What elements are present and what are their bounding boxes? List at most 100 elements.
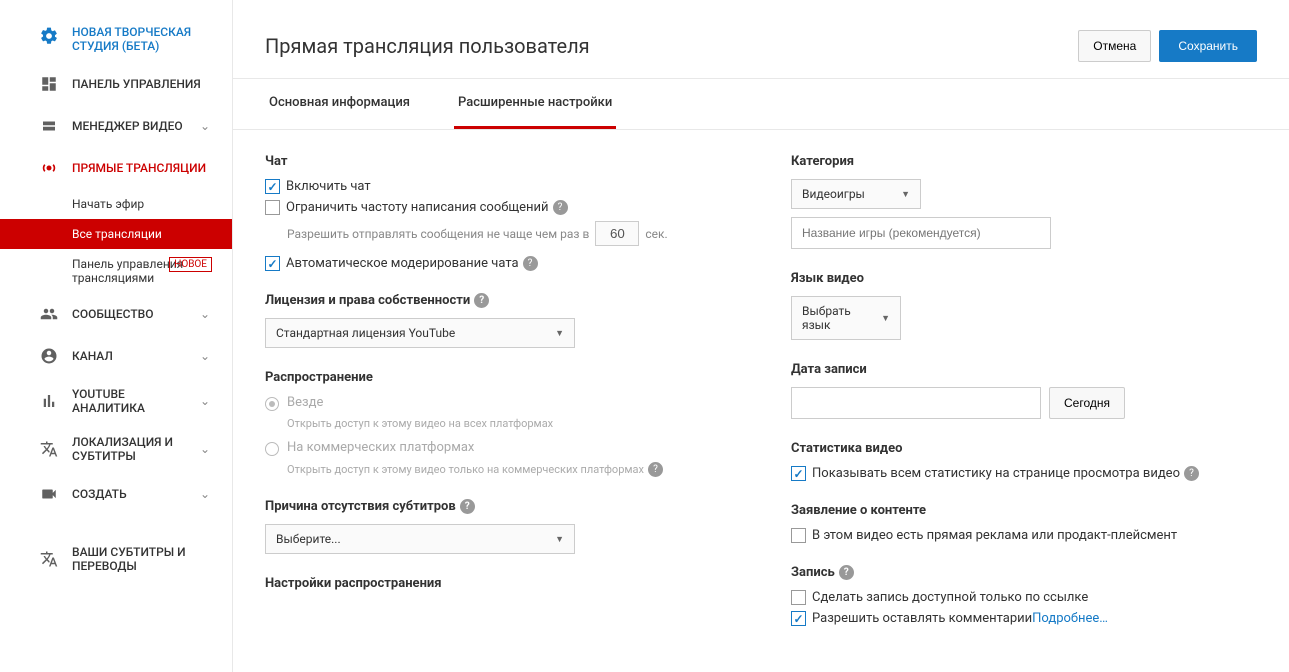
dist-everywhere-radio[interactable]: Везде bbox=[265, 395, 731, 411]
caption-reason-heading: Причина отсутствия субтитров ? bbox=[265, 499, 731, 514]
save-button[interactable]: Сохранить bbox=[1159, 30, 1257, 62]
sidebar-label: ПАНЕЛЬ УПРАВЛЕНИЯ bbox=[72, 77, 201, 91]
analytics-icon bbox=[38, 390, 60, 412]
sidebar-item-create[interactable]: СОЗДАТЬ ⌄ bbox=[0, 473, 232, 515]
sidebar-item-dashboard[interactable]: ПАНЕЛЬ УПРАВЛЕНИЯ bbox=[0, 63, 232, 105]
language-heading: Язык видео bbox=[791, 271, 1257, 286]
channel-icon bbox=[38, 345, 60, 367]
caption-reason-select[interactable]: Выберите... ▼ bbox=[265, 524, 575, 554]
chevron-down-icon: ⌄ bbox=[200, 442, 210, 456]
cancel-button[interactable]: Отмена bbox=[1078, 30, 1151, 62]
sidebar-label: ПРЯМЫЕ ТРАНСЛЯЦИИ bbox=[72, 161, 206, 175]
help-icon[interactable]: ? bbox=[839, 565, 854, 580]
translate-icon bbox=[38, 438, 60, 460]
help-icon[interactable]: ? bbox=[1184, 466, 1199, 481]
sidebar-item-localization[interactable]: ЛОКАЛИЗАЦИЯ И СУБТИТРЫ ⌄ bbox=[0, 425, 232, 473]
tabs: Основная информация Расширенные настройк… bbox=[233, 79, 1289, 130]
help-icon[interactable]: ? bbox=[460, 499, 475, 514]
page-header: Прямая трансляция пользователя Отмена Со… bbox=[233, 0, 1289, 79]
auto-moderate-checkbox[interactable] bbox=[265, 256, 280, 271]
caret-down-icon: ▼ bbox=[555, 328, 564, 339]
enable-chat-checkbox[interactable] bbox=[265, 179, 280, 194]
dist-commercial-radio[interactable]: На коммерческих платформах bbox=[265, 440, 731, 456]
enable-chat-label: Включить чат bbox=[286, 179, 371, 194]
category-heading: Категория bbox=[791, 154, 1257, 169]
chevron-down-icon: ⌄ bbox=[200, 487, 210, 501]
sidebar-item-live[interactable]: ПРЯМЫЕ ТРАНСЛЯЦИИ bbox=[0, 147, 232, 189]
help-icon[interactable]: ? bbox=[648, 462, 663, 477]
tab-advanced-settings[interactable]: Расширенные настройки bbox=[454, 79, 616, 129]
dashboard-icon bbox=[38, 73, 60, 95]
dist-settings-heading: Настройки распространения bbox=[265, 576, 731, 591]
create-icon bbox=[38, 483, 60, 505]
chevron-down-icon: ⌄ bbox=[200, 349, 210, 363]
help-icon[interactable]: ? bbox=[523, 256, 538, 271]
dist-everywhere-desc: Открыть доступ к этому видео на всех пла… bbox=[287, 417, 731, 430]
help-icon[interactable]: ? bbox=[474, 293, 489, 308]
today-button[interactable]: Сегодня bbox=[1049, 387, 1125, 419]
license-select[interactable]: Стандартная лицензия YouTube ▼ bbox=[265, 318, 575, 348]
limit-rate-label: Ограничить частоту написания сообщений bbox=[286, 200, 549, 215]
record-date-heading: Дата записи bbox=[791, 362, 1257, 377]
help-icon[interactable]: ? bbox=[553, 200, 568, 215]
sidebar-item-community[interactable]: СООБЩЕСТВО ⌄ bbox=[0, 293, 232, 335]
captions-icon bbox=[38, 548, 60, 570]
sidebar-item-video-manager[interactable]: МЕНЕДЖЕР ВИДЕО ⌄ bbox=[0, 105, 232, 147]
main-content: Прямая трансляция пользователя Отмена Со… bbox=[232, 0, 1289, 672]
chevron-down-icon: ⌄ bbox=[200, 394, 210, 408]
stats-heading: Статистика видео bbox=[791, 441, 1257, 456]
radio-icon bbox=[265, 397, 279, 411]
link-only-checkbox[interactable] bbox=[791, 590, 806, 605]
sidebar-item-channel[interactable]: КАНАЛ ⌄ bbox=[0, 335, 232, 377]
sidebar: НОВАЯ ТВОРЧЕСКАЯ СТУДИЯ (БЕТА) ПАНЕЛЬ УП… bbox=[0, 0, 232, 672]
content-declaration-label: В этом видео есть прямая реклама или про… bbox=[812, 528, 1177, 543]
allow-comments-checkbox[interactable] bbox=[791, 611, 806, 626]
sidebar-label: СОЗДАТЬ bbox=[72, 487, 127, 501]
caret-down-icon: ▼ bbox=[881, 313, 890, 324]
license-heading: Лицензия и права собственности ? bbox=[265, 293, 731, 308]
stats-public-label: Показывать всем статистику на странице п… bbox=[812, 466, 1180, 481]
dist-commercial-desc: Открыть доступ к этому видео только на к… bbox=[287, 462, 731, 477]
distribution-heading: Распространение bbox=[265, 370, 731, 385]
video-manager-icon bbox=[38, 115, 60, 137]
sidebar-label: ВАШИ СУБТИТРЫ И ПЕРЕВОДЫ bbox=[72, 545, 210, 573]
sidebar-label: Панель управления трансляциями bbox=[72, 257, 183, 285]
new-badge: НОВОЕ bbox=[169, 257, 212, 272]
sidebar-sub-stream-panel[interactable]: Панель управления трансляциями НОВОЕ bbox=[0, 249, 232, 293]
sidebar-label: YOUTUBE АНАЛИТИКА bbox=[72, 387, 200, 415]
sidebar-label: КАНАЛ bbox=[72, 349, 113, 363]
limit-rate-checkbox[interactable] bbox=[265, 200, 280, 215]
category-select[interactable]: Видеоигры ▼ bbox=[791, 179, 921, 209]
game-title-input[interactable] bbox=[791, 217, 1051, 249]
left-column: Чат Включить чат Ограничить частоту напи… bbox=[265, 154, 731, 648]
chevron-down-icon: ⌄ bbox=[200, 307, 210, 321]
sidebar-item-analytics[interactable]: YOUTUBE АНАЛИТИКА ⌄ bbox=[0, 377, 232, 425]
sidebar-sub-start-stream[interactable]: Начать эфир bbox=[0, 189, 232, 219]
sidebar-label: НОВАЯ ТВОРЧЕСКАЯ СТУДИЯ (БЕТА) bbox=[72, 25, 210, 53]
sidebar-sub-all-streams[interactable]: Все трансляции bbox=[0, 219, 232, 249]
language-select[interactable]: Выбрать язык ▼ bbox=[791, 296, 901, 340]
caret-down-icon: ▼ bbox=[555, 534, 564, 545]
tab-basic-info[interactable]: Основная информация bbox=[265, 79, 414, 129]
live-icon bbox=[38, 157, 60, 179]
chevron-down-icon: ⌄ bbox=[200, 119, 210, 133]
page-title: Прямая трансляция пользователя bbox=[265, 34, 1078, 58]
sidebar-label: ЛОКАЛИЗАЦИЯ И СУБТИТРЫ bbox=[72, 435, 200, 463]
learn-more-link[interactable]: Подробнее… bbox=[1032, 611, 1108, 626]
right-column: Категория Видеоигры ▼ Язык видео Выбрать… bbox=[791, 154, 1257, 648]
sidebar-item-captions[interactable]: ВАШИ СУБТИТРЫ И ПЕРЕВОДЫ bbox=[0, 535, 232, 583]
stats-public-checkbox[interactable] bbox=[791, 466, 806, 481]
rate-input[interactable] bbox=[595, 221, 639, 246]
sidebar-label: МЕНЕДЖЕР ВИДЕО bbox=[72, 119, 183, 133]
content-declaration-heading: Заявление о контенте bbox=[791, 503, 1257, 518]
sidebar-label: СООБЩЕСТВО bbox=[72, 307, 153, 321]
auto-moderate-label: Автоматическое модерирование чата bbox=[286, 256, 519, 271]
gear-icon bbox=[38, 25, 60, 47]
sidebar-item-studio-beta[interactable]: НОВАЯ ТВОРЧЕСКАЯ СТУДИЯ (БЕТА) bbox=[0, 15, 232, 63]
record-date-input[interactable] bbox=[791, 387, 1041, 419]
radio-icon bbox=[265, 442, 279, 456]
content-declaration-checkbox[interactable] bbox=[791, 528, 806, 543]
rate-description: Разрешить отправлять сообщения не чаще ч… bbox=[287, 221, 731, 246]
community-icon bbox=[38, 303, 60, 325]
recording-heading: Запись ? bbox=[791, 565, 1257, 580]
